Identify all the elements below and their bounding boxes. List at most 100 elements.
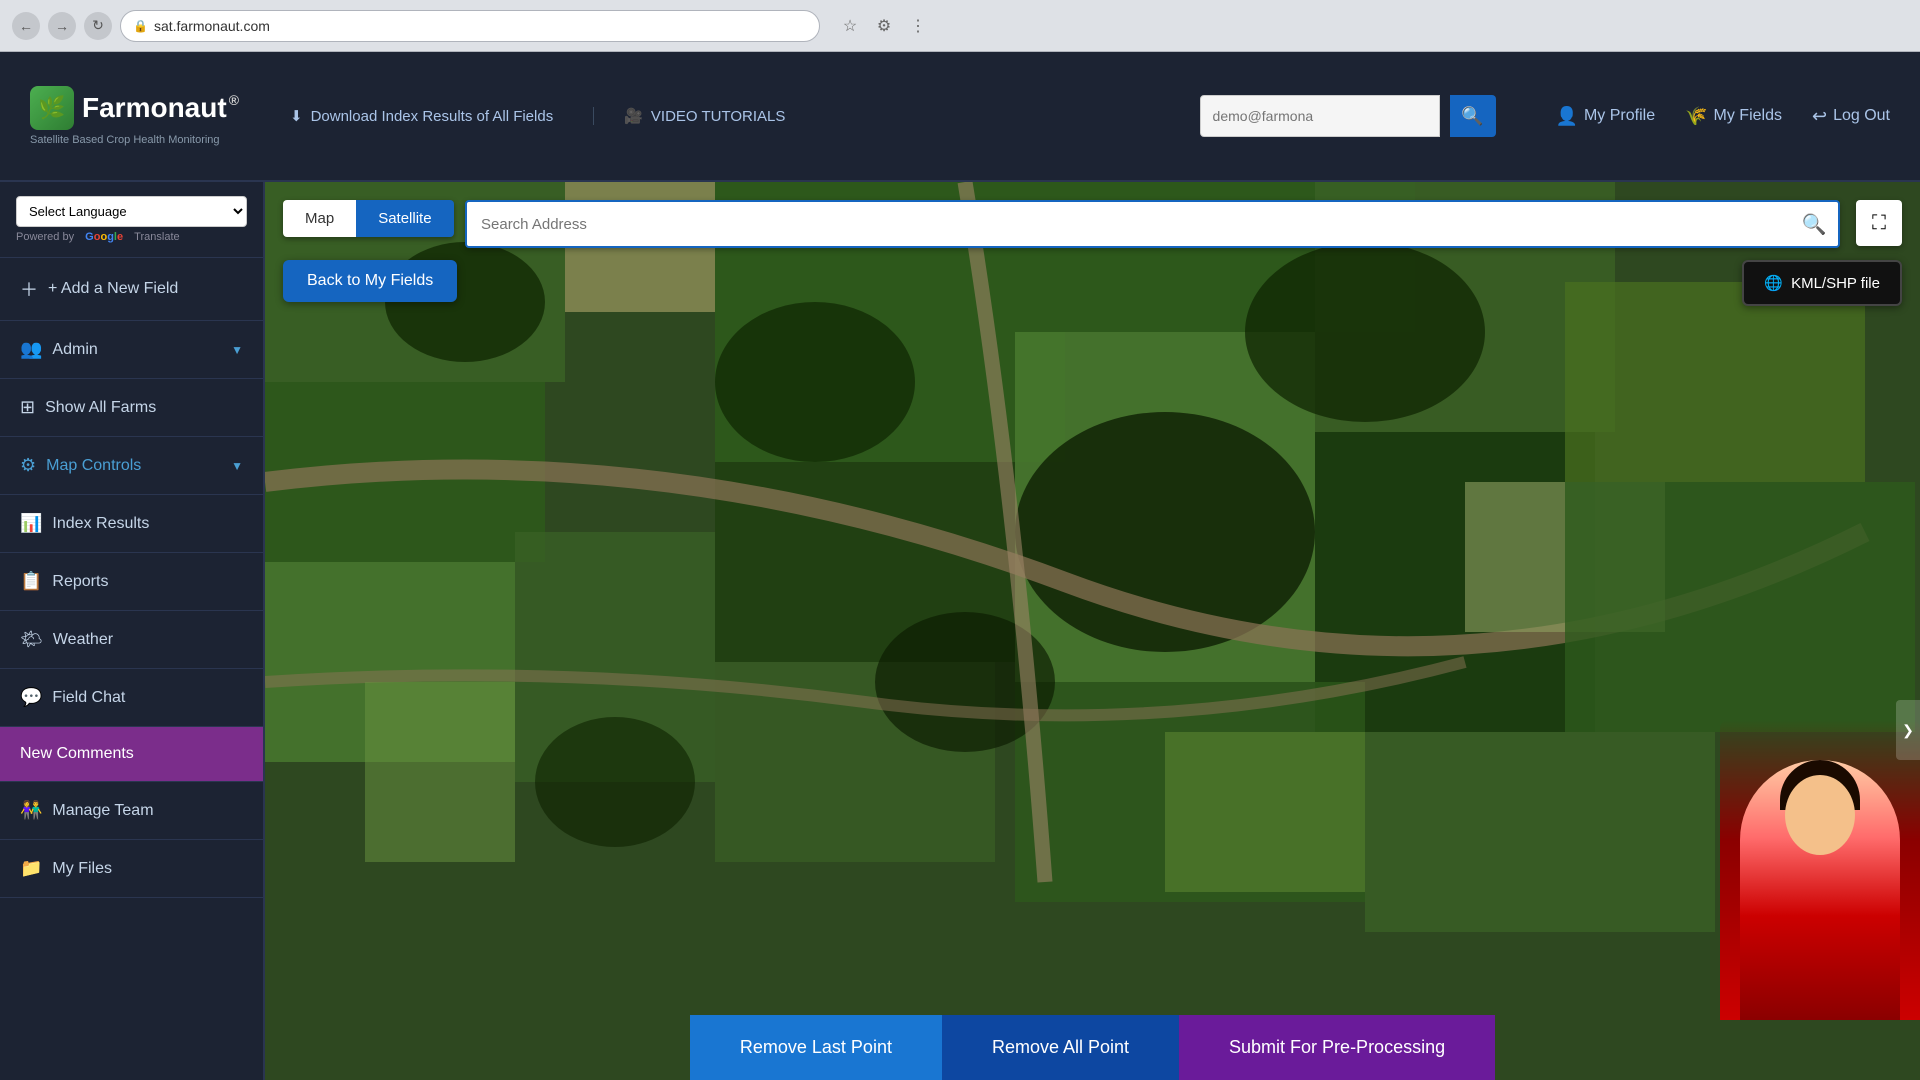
main-layout: Select Language Powered by Google Transl…	[0, 182, 1920, 1080]
add-field-label: + Add a New Field	[48, 280, 178, 298]
map-search-button[interactable]: 🔍	[1790, 202, 1838, 246]
sidebar-item-weather[interactable]: 🌤 Weather	[0, 611, 263, 669]
language-select[interactable]: Select Language	[16, 196, 247, 227]
right-expand-button[interactable]: ❯	[1896, 700, 1920, 760]
header-search-button[interactable]: 🔍	[1450, 95, 1496, 137]
team-icon: 👫	[20, 800, 42, 821]
video-icon: 🎥	[624, 107, 643, 125]
header-nav: 👤 My Profile 🌾 My Fields ↩ Log Out	[1556, 106, 1890, 127]
log-out-label: Log Out	[1833, 107, 1890, 125]
tutorials-label: VIDEO TUTORIALS	[651, 108, 785, 125]
files-icon: 📁	[20, 858, 42, 879]
browser-actions: ☆ ⚙ ⋮	[836, 12, 932, 40]
new-comments-label: New Comments	[20, 745, 134, 763]
submit-preprocessing-button[interactable]: Submit For Pre-Processing	[1179, 1015, 1495, 1080]
kml-icon: 🌐	[1764, 274, 1783, 292]
sidebar-item-add-field[interactable]: ＋ + Add a New Field	[0, 258, 263, 321]
refresh-nav-button[interactable]: ↻	[84, 12, 112, 40]
avatar-image	[1720, 720, 1920, 1020]
logo-subtitle: Satellite Based Crop Health Monitoring	[30, 134, 250, 146]
chat-icon: 💬	[20, 687, 42, 708]
field-chat-label: Field Chat	[52, 689, 125, 707]
translate-area: Select Language Powered by Google Transl…	[0, 182, 263, 258]
map-background	[265, 182, 1920, 1080]
sidebar-item-admin[interactable]: 👥 Admin ▼	[0, 321, 263, 379]
bookmark-icon[interactable]: ☆	[836, 12, 864, 40]
index-icon: 📊	[20, 513, 42, 534]
kml-shp-button[interactable]: 🌐 KML/SHP file	[1742, 260, 1902, 306]
logo-area: 🌿 Farmonaut® Satellite Based Crop Health…	[30, 86, 250, 146]
weather-label: Weather	[53, 631, 113, 649]
controls-icon: ⚙	[20, 455, 36, 476]
sidebar-item-new-comments[interactable]: New Comments	[0, 727, 263, 782]
admin-label: Admin	[52, 341, 97, 359]
sidebar-item-manage-team[interactable]: 👫 Manage Team	[0, 782, 263, 840]
sidebar-item-show-all-farms[interactable]: ⊞ Show All Farms	[0, 379, 263, 437]
my-profile-nav[interactable]: 👤 My Profile	[1556, 106, 1656, 127]
my-profile-label: My Profile	[1584, 107, 1655, 125]
back-to-fields-button[interactable]: Back to My Fields	[283, 260, 457, 302]
sidebar-item-reports[interactable]: 📋 Reports	[0, 553, 263, 611]
map-search-input[interactable]	[467, 216, 1790, 233]
my-files-label: My Files	[52, 860, 112, 878]
back-nav-button[interactable]: ←	[12, 12, 40, 40]
header-search-input[interactable]	[1200, 95, 1440, 137]
reports-icon: 📋	[20, 571, 42, 592]
manage-team-label: Manage Team	[52, 802, 153, 820]
download-icon: ⬇	[290, 107, 303, 125]
sidebar-item-index-results[interactable]: 📊 Index Results	[0, 495, 263, 553]
avatar-container	[1720, 720, 1920, 1020]
admin-arrow-icon: ▼	[231, 343, 243, 357]
bottom-actions: Remove Last Point Remove All Point Submi…	[265, 1015, 1920, 1080]
header-search-area: 🔍	[1200, 95, 1496, 137]
map-type-map-btn[interactable]: Map	[283, 200, 356, 237]
farms-icon: ⊞	[20, 397, 35, 418]
admin-icon: 👥	[20, 339, 42, 360]
avatar-person	[1740, 760, 1900, 1020]
extension-icon[interactable]: ⚙	[870, 12, 898, 40]
remove-all-point-button[interactable]: Remove All Point	[942, 1015, 1179, 1080]
tutorials-button[interactable]: 🎥 VIDEO TUTORIALS	[593, 107, 785, 125]
index-results-label: Index Results	[52, 515, 149, 533]
download-link[interactable]: ⬇ Download Index Results of All Fields	[290, 107, 553, 125]
map-type-buttons: Map Satellite	[283, 200, 454, 237]
map-search-bar: 🔍	[465, 200, 1840, 248]
lock-icon: 🔒	[133, 19, 148, 33]
expand-arrow-icon: ❯	[1902, 722, 1914, 739]
add-icon: ＋	[20, 276, 38, 302]
weather-icon: 🌤	[20, 629, 43, 650]
sidebar-item-map-controls[interactable]: ⚙ Map Controls ▼	[0, 437, 263, 495]
map-area[interactable]: Map Satellite 🔍 ⛶ Back to My Fields 🌐 KM…	[265, 182, 1920, 1080]
profile-icon: 👤	[1556, 106, 1578, 127]
powered-by: Powered by Google Translate	[16, 231, 247, 243]
menu-icon[interactable]: ⋮	[904, 12, 932, 40]
sidebar: Select Language Powered by Google Transl…	[0, 182, 265, 1080]
map-search-icon: 🔍	[1802, 212, 1827, 237]
browser-bar: ← → ↻ 🔒 sat.farmonaut.com ☆ ⚙ ⋮	[0, 0, 1920, 52]
logo-icon: 🌿	[30, 86, 74, 130]
kml-label: KML/SHP file	[1791, 275, 1880, 292]
url-text: sat.farmonaut.com	[154, 18, 270, 34]
show-all-farms-label: Show All Farms	[45, 399, 156, 417]
sidebar-item-field-chat[interactable]: 💬 Field Chat	[0, 669, 263, 727]
avatar-face	[1785, 775, 1855, 855]
map-type-satellite-btn[interactable]: Satellite	[356, 200, 453, 237]
download-label: Download Index Results of All Fields	[311, 108, 554, 125]
reports-label: Reports	[52, 573, 108, 591]
url-bar[interactable]: 🔒 sat.farmonaut.com	[120, 10, 820, 42]
app-header: 🌿 Farmonaut® Satellite Based Crop Health…	[0, 52, 1920, 182]
forward-nav-button[interactable]: →	[48, 12, 76, 40]
fullscreen-icon: ⛶	[1872, 212, 1886, 235]
map-controls-label: Map Controls	[46, 457, 141, 475]
log-out-nav[interactable]: ↩ Log Out	[1812, 106, 1890, 127]
fullscreen-button[interactable]: ⛶	[1856, 200, 1902, 246]
search-icon: 🔍	[1461, 106, 1483, 127]
sidebar-item-my-files[interactable]: 📁 My Files	[0, 840, 263, 898]
logout-icon: ↩	[1812, 106, 1827, 127]
remove-last-point-button[interactable]: Remove Last Point	[690, 1015, 942, 1080]
my-fields-nav[interactable]: 🌾 My Fields	[1685, 106, 1782, 127]
fields-icon: 🌾	[1685, 106, 1707, 127]
my-fields-label: My Fields	[1714, 107, 1782, 125]
logo-text: Farmonaut®	[82, 92, 239, 124]
map-controls-arrow-icon: ▼	[231, 459, 243, 473]
